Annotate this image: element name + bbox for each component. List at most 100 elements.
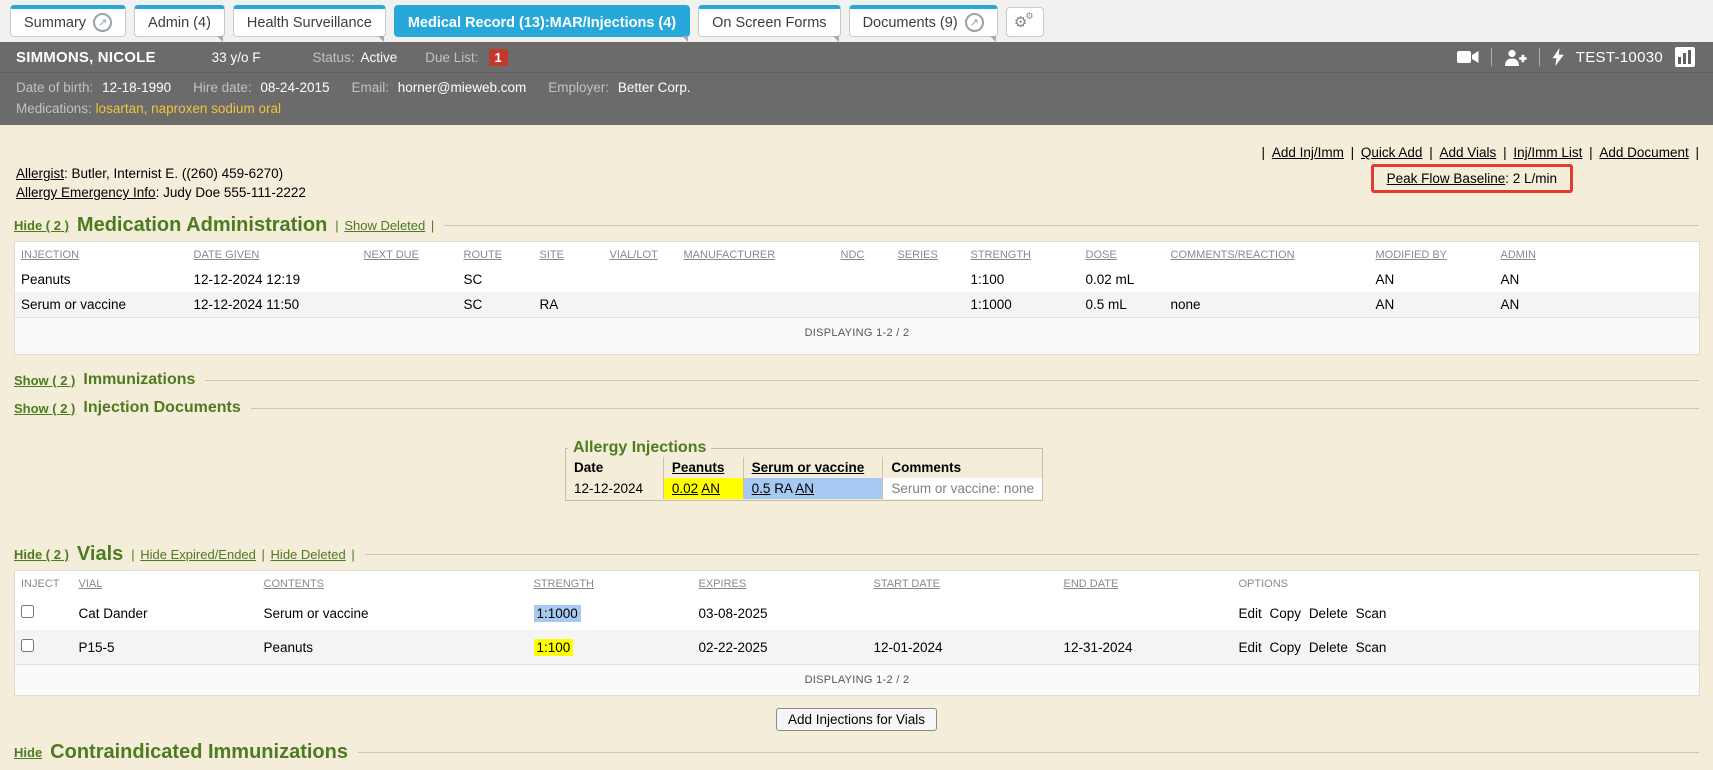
lightning-icon[interactable]	[1552, 48, 1564, 66]
status-value: Active	[360, 50, 397, 65]
add-document-link[interactable]: Add Document	[1599, 145, 1688, 160]
dose-link[interactable]: 0.5	[752, 481, 771, 496]
tab-on-screen-forms[interactable]: On Screen Forms	[698, 5, 840, 37]
column-header-route[interactable]: ROUTE	[464, 249, 503, 261]
scan-link[interactable]: Scan	[1356, 640, 1387, 655]
vials-header: Hide ( 2 ) Vials | Hide Expired/Ended | …	[14, 543, 1699, 566]
cell-serum-dose: 0.5 RA AN	[743, 478, 883, 499]
column-header-peanuts[interactable]: Peanuts	[672, 460, 725, 475]
hide-med-admin-link[interactable]: Hide ( 2 )	[14, 218, 69, 233]
inject-checkbox[interactable]	[21, 605, 34, 618]
cell-end-date	[1060, 596, 1235, 630]
column-header-expires[interactable]: EXPIRES	[699, 578, 747, 590]
column-header-vial-lot[interactable]: VIAL/LOT	[610, 249, 658, 261]
scan-link[interactable]: Scan	[1356, 606, 1387, 621]
hide-contraindicated-link[interactable]: Hide	[14, 745, 42, 760]
medication-link[interactable]: naproxen sodium oral	[151, 101, 281, 116]
tab-documents[interactable]: Documents (9) ↗	[849, 5, 998, 37]
hide-deleted-link[interactable]: Hide Deleted	[271, 547, 346, 562]
cell-vial-lot	[606, 267, 680, 292]
cell-vial: P15-5	[75, 630, 260, 665]
delete-link[interactable]: Delete	[1309, 640, 1348, 655]
column-header-ndc[interactable]: NDC	[841, 249, 865, 261]
column-header-contents[interactable]: CONTENTS	[264, 578, 325, 590]
due-list-badge[interactable]: 1	[489, 49, 508, 66]
settings-button[interactable]: ⚙ ⚙	[1006, 7, 1044, 37]
medication-link[interactable]: losartan	[96, 101, 144, 116]
show-deleted-link[interactable]: Show Deleted	[344, 218, 425, 233]
cell-modified-by: AN	[1372, 267, 1497, 292]
initials-link[interactable]: AN	[701, 481, 720, 496]
table-footer-row: DISPLAYING 1-2 / 2	[15, 665, 1700, 696]
column-header-strength[interactable]: STRENGTH	[534, 578, 595, 590]
column-header-series[interactable]: SERIES	[898, 249, 938, 261]
peak-flow-baseline-link[interactable]: Peak Flow Baseline	[1387, 171, 1506, 186]
cell-route: SC	[460, 267, 536, 292]
tab-admin[interactable]: Admin (4)	[134, 5, 225, 37]
column-header-strength[interactable]: STRENGTH	[971, 249, 1032, 261]
contraindicated-immunizations-title: Contraindicated Immunizations	[50, 741, 348, 764]
column-header-modified-by[interactable]: MODIFIED BY	[1376, 249, 1448, 261]
column-header-next-due[interactable]: NEXT DUE	[364, 249, 419, 261]
column-header-admin[interactable]: ADMIN	[1501, 249, 1536, 261]
column-header-inject: INJECT	[15, 571, 75, 597]
strength-highlight: 1:1000	[534, 605, 581, 622]
open-in-new-icon[interactable]: ↗	[965, 13, 984, 32]
gear-small-icon: ⚙	[1025, 12, 1033, 22]
bar-chart-icon[interactable]	[1675, 47, 1695, 67]
cell-admin: AN	[1497, 292, 1700, 318]
quick-add-link[interactable]: Quick Add	[1361, 145, 1423, 160]
displaying-count: DISPLAYING 1-2 / 2	[15, 665, 1700, 696]
tab-medical-record-label: Medical Record (13):MAR/Injections (4)	[408, 15, 676, 31]
column-header-date-given[interactable]: DATE GIVEN	[194, 249, 260, 261]
add-person-icon[interactable]	[1504, 49, 1527, 66]
edit-link[interactable]: Edit	[1239, 606, 1262, 621]
cell-comments: Serum or vaccine: none	[883, 478, 1042, 499]
column-header-vial[interactable]: VIAL	[79, 578, 103, 590]
cell-modified-by: AN	[1372, 292, 1497, 318]
video-camera-icon[interactable]	[1457, 49, 1479, 65]
divider	[365, 554, 1699, 555]
dose-link[interactable]: 0.02	[672, 481, 698, 496]
tab-summary[interactable]: Summary ↗	[10, 5, 126, 37]
edit-link[interactable]: Edit	[1239, 640, 1262, 655]
column-header-comments-reaction[interactable]: COMMENTS/REACTION	[1171, 249, 1295, 261]
open-in-new-icon[interactable]: ↗	[93, 13, 112, 32]
allergy-emergency-line: Allergy Emergency Info: Judy Doe 555-111…	[16, 183, 306, 202]
show-immunizations-link[interactable]: Show ( 2 )	[14, 373, 75, 388]
initials-link[interactable]: AN	[795, 481, 814, 496]
add-injections-for-vials-button[interactable]: Add Injections for Vials	[776, 708, 937, 731]
tab-health-surveillance[interactable]: Health Surveillance	[233, 5, 386, 37]
delete-link[interactable]: Delete	[1309, 606, 1348, 621]
table-row: Peanuts 12-12-2024 12:19 SC 1:100 0.02 m…	[15, 267, 1700, 292]
column-header-dose[interactable]: DOSE	[1086, 249, 1117, 261]
tab-medical-record[interactable]: Medical Record (13):MAR/Injections (4)	[394, 5, 690, 37]
add-vials-link[interactable]: Add Vials	[1440, 145, 1497, 160]
allergy-emergency-link[interactable]: Allergy Emergency Info	[16, 185, 156, 200]
hide-expired-ended-link[interactable]: Hide Expired/Ended	[140, 547, 256, 562]
column-header-serum-or-vaccine[interactable]: Serum or vaccine	[752, 460, 865, 475]
allergy-injections-title: Allergy Injections	[568, 439, 711, 457]
medication-administration-header: Hide ( 2 ) Medication Administration | S…	[14, 214, 1699, 237]
peak-flow-baseline-value: : 2 L/min	[1505, 171, 1557, 186]
allergy-emergency-value: : Judy Doe 555-111-2222	[156, 185, 306, 200]
cell-expires: 02-22-2025	[695, 630, 870, 665]
copy-link[interactable]: Copy	[1270, 640, 1302, 655]
divider	[1539, 48, 1540, 66]
show-injection-documents-link[interactable]: Show ( 2 )	[14, 401, 75, 416]
inj-imm-list-link[interactable]: Inj/Imm List	[1513, 145, 1582, 160]
hide-vials-link[interactable]: Hide ( 2 )	[14, 547, 69, 562]
column-header-injection[interactable]: INJECTION	[21, 249, 79, 261]
cell-manufacturer	[680, 267, 837, 292]
inject-checkbox[interactable]	[21, 639, 34, 652]
copy-link[interactable]: Copy	[1270, 606, 1302, 621]
column-header-manufacturer[interactable]: MANUFACTURER	[684, 249, 776, 261]
cell-date-given: 12-12-2024 11:50	[190, 292, 360, 318]
cell-strength: 1:100	[967, 267, 1082, 292]
column-header-site[interactable]: SITE	[540, 249, 564, 261]
column-header-start-date[interactable]: START DATE	[874, 578, 940, 590]
cell-injection: Peanuts	[15, 267, 190, 292]
column-header-end-date[interactable]: END DATE	[1064, 578, 1119, 590]
allergist-link[interactable]: Allergist	[16, 166, 64, 181]
add-inj-imm-link[interactable]: Add Inj/Imm	[1272, 145, 1344, 160]
